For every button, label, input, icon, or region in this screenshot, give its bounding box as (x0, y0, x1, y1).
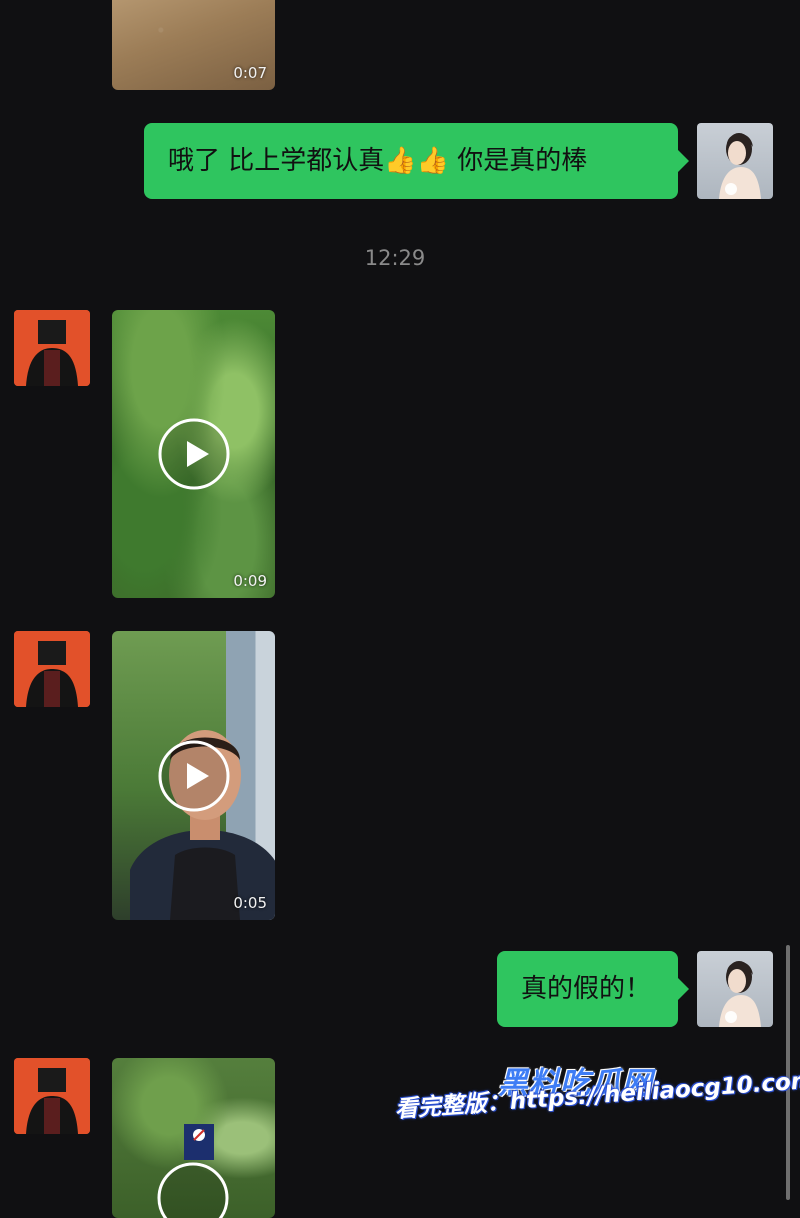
play-icon[interactable] (158, 418, 230, 490)
sent-message-bubble[interactable]: 真的假的！ (497, 951, 689, 1027)
video-message[interactable]: 0:05 (112, 631, 275, 920)
my-avatar[interactable] (697, 123, 773, 199)
contact-avatar[interactable] (14, 310, 90, 386)
video-duration: 0:05 (233, 894, 267, 912)
video-duration: 0:07 (233, 64, 267, 82)
man-avatar-icon (14, 631, 90, 707)
video-message[interactable] (112, 1058, 275, 1218)
thumbs-up-icon: 👍👍 (384, 146, 450, 176)
video-message[interactable]: 0:09 (112, 310, 275, 598)
man-avatar-icon (14, 310, 90, 386)
video-duration: 0:09 (233, 572, 267, 590)
woman-avatar-icon (719, 133, 761, 199)
sign-board (184, 1124, 214, 1160)
play-icon[interactable] (157, 1162, 229, 1218)
message-text: 哦了 比上学都认真 (168, 146, 385, 176)
play-icon[interactable] (158, 740, 230, 812)
video-message[interactable]: 0:07 (112, 0, 275, 90)
man-avatar-icon (14, 1058, 90, 1134)
chat-timestamp: 12:29 (364, 246, 426, 270)
message-text: 你是真的棒 (449, 146, 588, 176)
contact-avatar[interactable] (14, 631, 90, 707)
sent-message-bubble[interactable]: 哦了 比上学都认真👍👍 你是真的棒 (144, 123, 689, 199)
woman-avatar-icon (719, 961, 761, 1027)
message-text: 真的假的！ (521, 974, 652, 1004)
my-avatar[interactable] (697, 951, 773, 1027)
contact-avatar[interactable] (14, 1058, 90, 1134)
chat-message-list[interactable]: 0:07 哦了 比上学都认真👍👍 你是真的棒 12:29 0:09 0:05 真… (0, 0, 800, 1218)
